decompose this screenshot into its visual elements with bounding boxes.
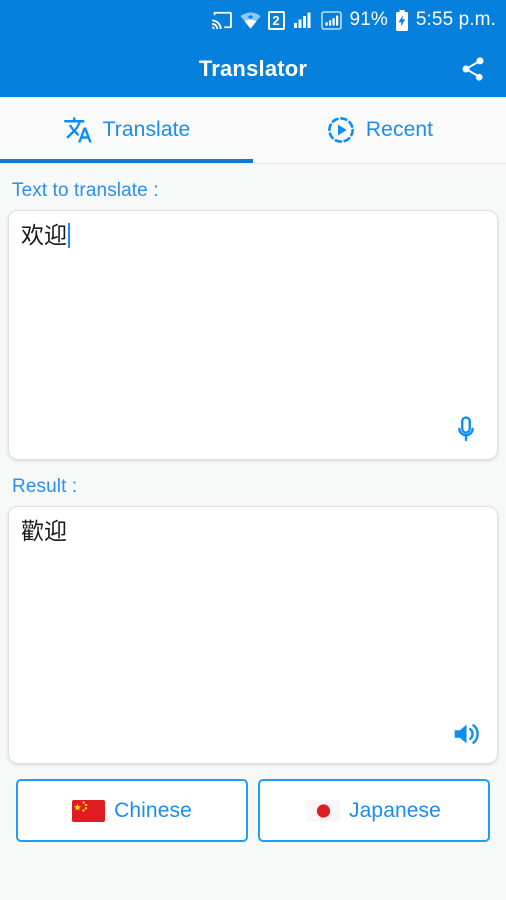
tab-bar: Translate Recent (0, 97, 506, 164)
translate-icon (63, 115, 93, 145)
clock-label: 5:55 p.m. (415, 9, 496, 30)
text-caret (68, 223, 70, 248)
translation-result-box[interactable]: 歡迎 (8, 506, 498, 764)
status-bar: 2 91% 5:55 p.m. (0, 0, 506, 40)
target-language-label: Japanese (349, 798, 441, 822)
cast-icon (211, 9, 233, 31)
wifi-icon (239, 9, 261, 31)
target-language-button[interactable]: Japanese (258, 779, 490, 842)
input-text-content: 欢迎 (21, 223, 67, 249)
signal-sim2-icon (320, 9, 343, 31)
flag-china-icon (72, 799, 106, 822)
source-language-button[interactable]: Chinese (16, 779, 248, 842)
result-section-label: Result : (12, 476, 78, 497)
text-to-translate-input[interactable]: 欢迎 (8, 210, 498, 460)
microphone-icon[interactable] (444, 408, 488, 452)
language-selector-row: Chinese Japanese (8, 764, 498, 842)
battery-charging-icon (395, 9, 409, 31)
tab-recent[interactable]: Recent (253, 97, 506, 163)
speaker-volume-icon[interactable] (444, 712, 488, 756)
sim-badge-icon: 2 (267, 10, 285, 30)
input-text-value[interactable]: 欢迎 (9, 211, 497, 263)
result-text-value: 歡迎 (21, 519, 67, 545)
tab-translate-label: Translate (102, 118, 191, 141)
tab-recent-label: Recent (365, 118, 434, 141)
page-title: Translator (198, 55, 308, 81)
app-screen: 2 91% 5:55 p.m. Translator Translate Rec… (0, 0, 506, 900)
main-content: Text to translate : 欢迎 Result : 歡迎 Chine… (0, 164, 506, 900)
share-icon[interactable] (452, 48, 494, 90)
battery-percent-label: 91% (349, 9, 388, 30)
app-bar: Translator (0, 40, 506, 97)
history-restore-icon (326, 115, 356, 145)
flag-japan-icon (307, 799, 341, 822)
source-language-label: Chinese (114, 798, 192, 822)
input-section-label: Text to translate : (12, 180, 159, 201)
tab-translate[interactable]: Translate (0, 97, 253, 163)
signal-sim1-icon (292, 9, 314, 31)
